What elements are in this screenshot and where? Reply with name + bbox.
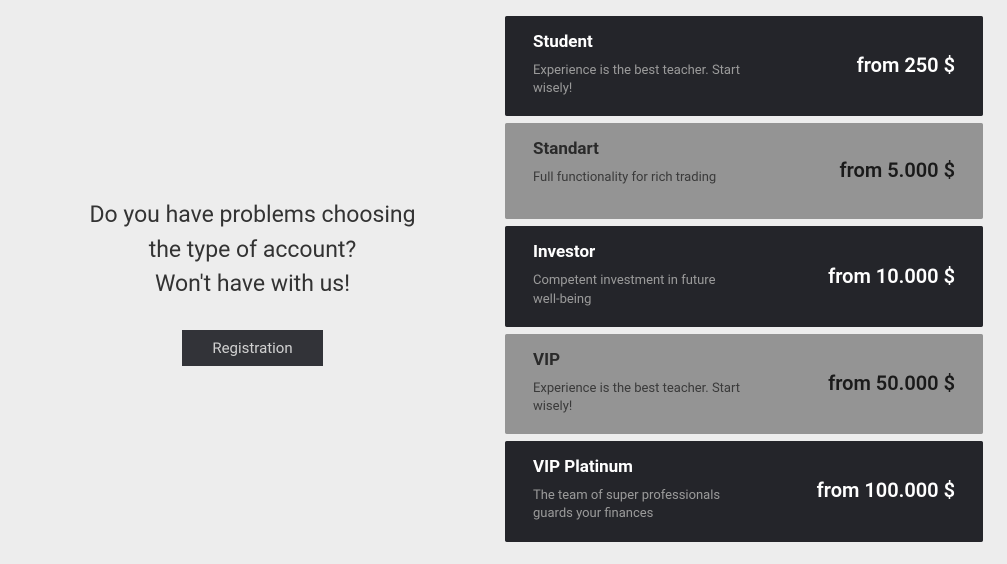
plan-card-vip-platinum[interactable]: VIP Platinum The team of super professio… xyxy=(505,441,983,541)
plan-title: Standart xyxy=(533,139,716,159)
plan-price: from 100.000 $ xyxy=(817,478,955,502)
plan-description: Experience is the best teacher. Start wi… xyxy=(533,62,743,98)
heading-line-2: the type of account? xyxy=(89,233,415,268)
heading-line-1: Do you have problems choosing xyxy=(89,198,415,233)
plan-title: VIP Platinum xyxy=(533,457,743,477)
plan-title: Investor xyxy=(533,242,743,262)
plan-card-investor[interactable]: Investor Competent investment in future … xyxy=(505,226,983,326)
plan-card-standart[interactable]: Standart Full functionality for rich tra… xyxy=(505,123,983,219)
registration-button[interactable]: Registration xyxy=(182,330,322,366)
plan-description: Competent investment in future well-bein… xyxy=(533,272,743,308)
plan-price: from 10.000 $ xyxy=(828,264,955,288)
plan-title: VIP xyxy=(533,350,743,370)
heading-line-3: Won't have with us! xyxy=(89,267,415,302)
plan-description: The team of super professionals guards y… xyxy=(533,487,743,523)
plan-card-vip[interactable]: VIP Experience is the best teacher. Star… xyxy=(505,334,983,434)
heading: Do you have problems choosing the type o… xyxy=(89,198,415,302)
plan-title: Student xyxy=(533,32,743,52)
plan-price: from 50.000 $ xyxy=(828,371,955,395)
plan-description: Experience is the best teacher. Start wi… xyxy=(533,380,743,416)
plans-panel: Student Experience is the best teacher. … xyxy=(505,0,1007,564)
plan-price: from 250 $ xyxy=(857,53,955,77)
intro-panel: Do you have problems choosing the type o… xyxy=(0,0,505,564)
plan-price: from 5.000 $ xyxy=(840,158,955,182)
plan-description: Full functionality for rich trading xyxy=(533,169,716,187)
plan-card-student[interactable]: Student Experience is the best teacher. … xyxy=(505,16,983,116)
